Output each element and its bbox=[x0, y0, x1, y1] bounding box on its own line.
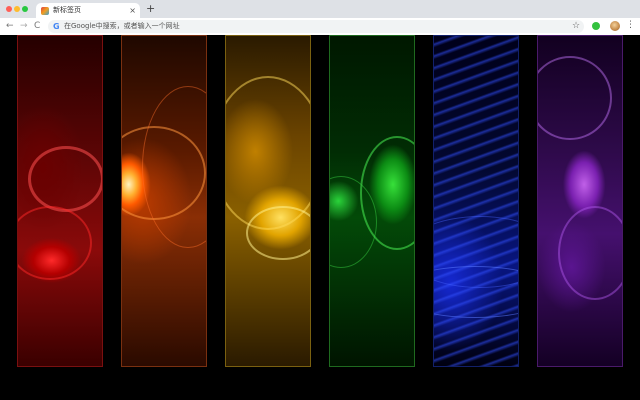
maximize-window-button[interactable] bbox=[22, 6, 28, 12]
wallpaper-panel-orange bbox=[121, 35, 207, 367]
extension-green-icon[interactable] bbox=[592, 22, 600, 30]
kebab-menu-icon[interactable]: ⋮ bbox=[626, 19, 635, 31]
forward-arrow-icon[interactable]: → bbox=[20, 20, 28, 32]
wallpaper-panel-red bbox=[17, 35, 103, 367]
back-arrow-icon[interactable]: ← bbox=[6, 20, 14, 32]
new-tab-page-content bbox=[0, 35, 640, 400]
toolbar: ← → C G 在Google中搜索，或者输入一个网址 ☆ ⋮ bbox=[0, 18, 640, 35]
omnibox-placeholder[interactable]: 在Google中搜索，或者输入一个网址 bbox=[64, 21, 180, 32]
wallpaper-panel-green bbox=[329, 35, 415, 367]
omnibox[interactable]: G 在Google中搜索，或者输入一个网址 bbox=[48, 20, 584, 33]
profile-avatar[interactable] bbox=[610, 21, 620, 31]
minimize-window-button[interactable] bbox=[14, 6, 20, 12]
new-tab-plus-icon[interactable]: + bbox=[146, 3, 155, 15]
google-g-icon: G bbox=[53, 22, 60, 31]
wallpaper-panel-yellow bbox=[225, 35, 311, 367]
wallpaper-panel-blue bbox=[433, 35, 519, 367]
wallpaper-panel-purple bbox=[537, 35, 623, 367]
close-window-button[interactable] bbox=[6, 6, 12, 12]
bookmark-star-icon[interactable]: ☆ bbox=[572, 20, 580, 32]
active-tab[interactable]: 新标签页 × bbox=[36, 3, 140, 18]
tab-strip: 新标签页 × + bbox=[0, 0, 640, 18]
tab-title: 新标签页 bbox=[53, 6, 81, 14]
tab-close-icon[interactable]: × bbox=[129, 5, 136, 16]
reload-icon[interactable]: C bbox=[34, 20, 40, 32]
tab-favicon-icon bbox=[41, 7, 49, 15]
browser-chrome: 新标签页 × + ← → C G 在Google中搜索，或者输入一个网址 ☆ ⋮ bbox=[0, 0, 640, 35]
